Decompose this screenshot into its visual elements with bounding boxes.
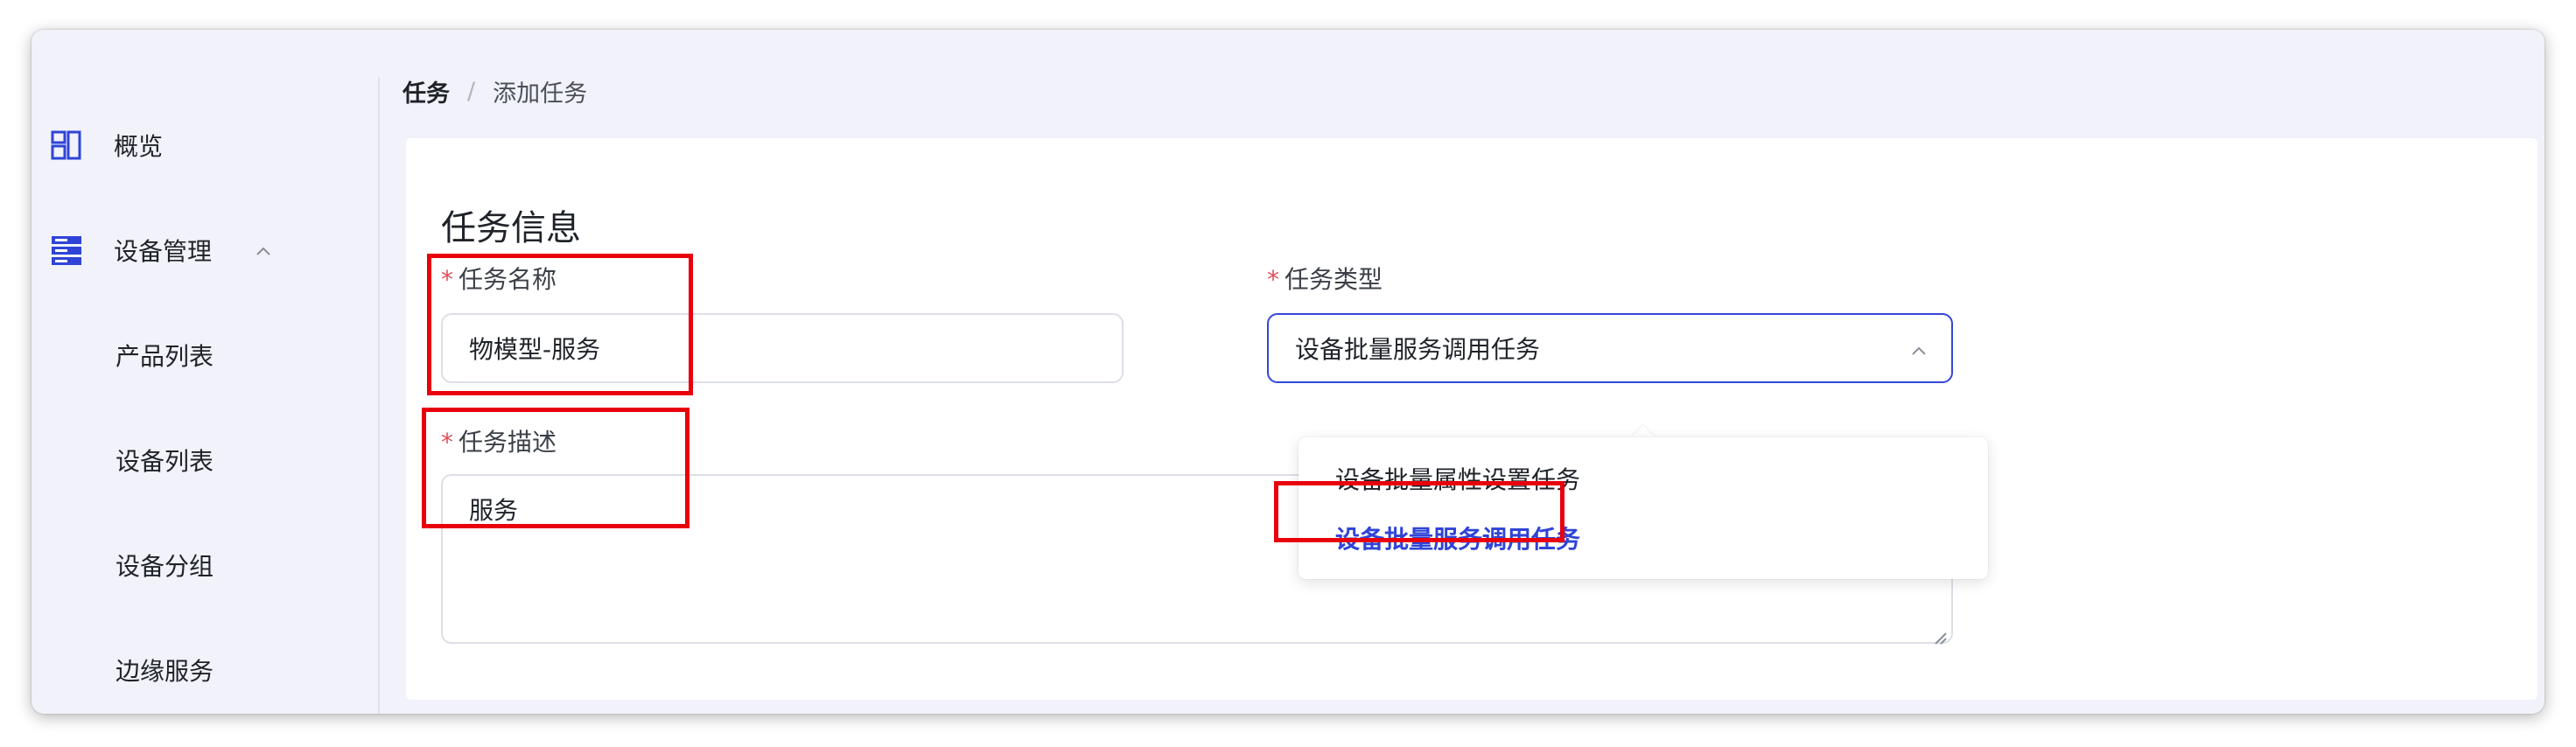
task-name-input[interactable]: 物模型-服务 [441,313,1124,383]
sidebar-item-device-management[interactable]: 设备管理 [32,224,378,276]
required-mark: * [441,428,453,457]
task-desc-label: * 任务描述 [441,423,556,458]
sidebar-item-device-group[interactable]: 设备分组 [32,539,378,591]
required-mark: * [441,265,453,294]
task-type-dropdown: 设备批量属性设置任务 设备批量服务调用任务 [1298,437,1988,579]
task-form-card: 任务信息 * 任务名称 物模型-服务 * 任务类型 设备批量服务调用任务 * 任务描述… [406,138,2538,700]
task-desc-value: 服务 [469,496,519,525]
chevron-up-icon [1906,338,1932,364]
task-type-label: * 任务类型 [1267,261,1382,296]
sidebar-item-label: 概览 [114,132,164,161]
sidebar-item-label: 设备分组 [116,552,214,581]
sidebar-item-device-list[interactable]: 设备列表 [32,434,378,486]
sidebar-item-label: 设备列表 [116,447,214,476]
task-desc-label-text: 任务描述 [458,428,557,457]
required-mark: * [1267,265,1279,294]
breadcrumb-root[interactable]: 任务 [402,74,450,108]
resize-grip-icon[interactable] [1932,623,1948,645]
task-type-value: 设备批量服务调用任务 [1295,335,1541,364]
breadcrumb-separator: / [467,77,476,105]
layout-icon [49,128,84,163]
sidebar-divider [378,77,380,714]
dropdown-caret [1631,425,1656,437]
section-title: 任务信息 [441,208,581,248]
chevron-up-icon[interactable] [250,238,276,264]
sidebar-item-overview[interactable]: 概览 [32,119,378,171]
dropdown-option-service-call[interactable]: 设备批量服务调用任务 [1298,509,1988,567]
dropdown-option-property-set[interactable]: 设备批量属性设置任务 [1298,450,1988,507]
task-name-label: * 任务名称 [441,261,556,296]
task-name-label-text: 任务名称 [458,265,557,294]
sidebar-item-product-list[interactable]: 产品列表 [32,329,378,381]
task-type-select[interactable]: 设备批量服务调用任务 [1267,313,1953,383]
server-icon [49,233,84,268]
sidebar: 概览 设备管理 产品列表 设备列表 设备分组 边缘服务 [32,30,380,714]
sidebar-item-label: 设备管理 [114,237,213,266]
sidebar-item-edge-service[interactable]: 边缘服务 [32,644,378,696]
sidebar-item-label: 边缘服务 [116,657,214,686]
sidebar-item-label: 产品列表 [116,342,214,371]
breadcrumb-page: 添加任务 [493,80,588,108]
task-type-label-text: 任务类型 [1284,265,1383,294]
app-window: 概览 设备管理 产品列表 设备列表 设备分组 边缘服务 任务 / 添加任务 任务… [32,30,2544,714]
breadcrumb: 任务 / 添加任务 [402,73,587,108]
